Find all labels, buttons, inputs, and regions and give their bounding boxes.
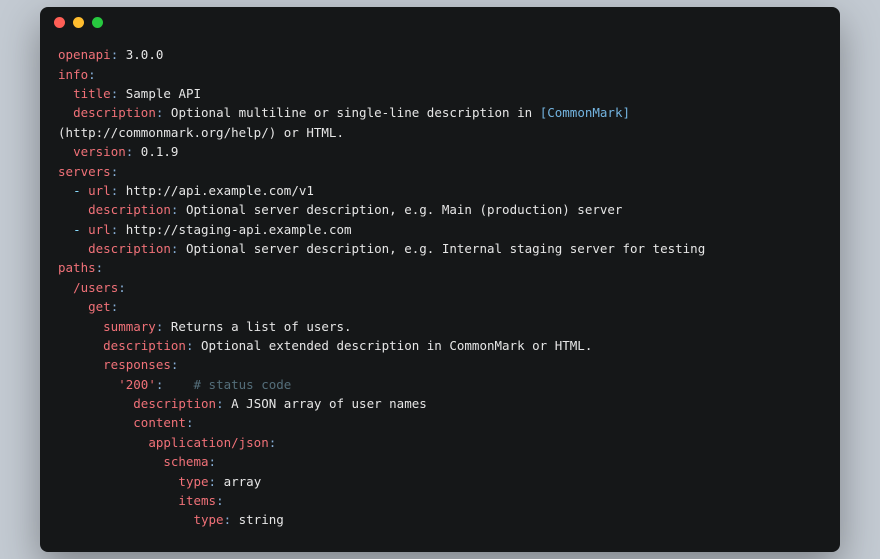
token: A JSON array of user names xyxy=(224,396,427,411)
token: type xyxy=(178,474,208,489)
token: schema xyxy=(163,454,208,469)
code-line: paths: xyxy=(58,258,822,277)
token: - xyxy=(73,183,88,198)
code-line: application/json: xyxy=(58,433,822,452)
code-line: servers: xyxy=(58,162,822,181)
code-line: (http://commonmark.org/help/) or HTML. xyxy=(58,123,822,142)
code-line: description: Optional server description… xyxy=(58,200,822,219)
code-line: title: Sample API xyxy=(58,84,822,103)
token: description xyxy=(133,396,216,411)
code-line: version: 0.1.9 xyxy=(58,142,822,161)
token: paths xyxy=(58,260,96,275)
window-titlebar xyxy=(40,7,840,37)
token: string xyxy=(231,512,284,527)
minimize-icon[interactable] xyxy=(73,17,84,28)
token: url xyxy=(88,183,111,198)
token: title xyxy=(73,86,111,101)
code-line: items: xyxy=(58,491,822,510)
token: : xyxy=(111,164,119,179)
code-line: description: Optional extended descripti… xyxy=(58,336,822,355)
token: summary xyxy=(103,319,156,334)
close-icon[interactable] xyxy=(54,17,65,28)
token: Optional server description, e.g. Intern… xyxy=(178,241,705,256)
token: description xyxy=(73,105,156,120)
token: type xyxy=(193,512,223,527)
code-line: description: Optional server description… xyxy=(58,239,822,258)
token: Returns a list of users. xyxy=(163,319,351,334)
code-line: type: array xyxy=(58,472,822,491)
token: : xyxy=(269,435,277,450)
token: application/json xyxy=(148,435,268,450)
token: : xyxy=(216,396,224,411)
token: (http://commonmark.org/help/) or HTML. xyxy=(58,125,344,140)
token: Sample API xyxy=(118,86,201,101)
token: Optional multiline or single-line descri… xyxy=(163,105,539,120)
token: http://api.example.com/v1 xyxy=(118,183,314,198)
code-line: - url: http://staging-api.example.com xyxy=(58,220,822,239)
code-line: - url: http://api.example.com/v1 xyxy=(58,181,822,200)
token: : xyxy=(209,474,217,489)
token: Optional extended description in CommonM… xyxy=(193,338,592,353)
token: 0.1.9 xyxy=(133,144,178,159)
token: http://staging-api.example.com xyxy=(118,222,351,237)
token: array xyxy=(216,474,261,489)
token: : xyxy=(96,260,104,275)
code-line: get: xyxy=(58,297,822,316)
code-line: openapi: 3.0.0 xyxy=(58,45,822,64)
token: content xyxy=(133,415,186,430)
token: : xyxy=(186,415,194,430)
token: url xyxy=(88,222,111,237)
token: : xyxy=(111,299,119,314)
code-line: description: A JSON array of user names xyxy=(58,394,822,413)
code-block: openapi: 3.0.0info: title: Sample API de… xyxy=(40,37,840,551)
token: Optional server description, e.g. Main (… xyxy=(178,202,622,217)
token: : xyxy=(209,454,217,469)
code-line: /users: xyxy=(58,278,822,297)
code-line: content: xyxy=(58,413,822,432)
code-line: schema: xyxy=(58,452,822,471)
token: # status code xyxy=(163,377,291,392)
token: description xyxy=(88,202,171,217)
token: description xyxy=(88,241,171,256)
token: info xyxy=(58,67,88,82)
token: : xyxy=(171,357,179,372)
token: version xyxy=(73,144,126,159)
token: 3.0.0 xyxy=(118,47,163,62)
token: items xyxy=(178,493,216,508)
terminal-window: openapi: 3.0.0info: title: Sample API de… xyxy=(40,7,840,551)
token: /users xyxy=(73,280,118,295)
code-line: info: xyxy=(58,65,822,84)
token: openapi xyxy=(58,47,111,62)
token: '200' xyxy=(118,377,156,392)
token: servers xyxy=(58,164,111,179)
token: : xyxy=(88,67,96,82)
code-line: description: Optional multiline or singl… xyxy=(58,103,822,122)
maximize-icon[interactable] xyxy=(92,17,103,28)
code-line: type: string xyxy=(58,510,822,529)
token: - xyxy=(73,222,88,237)
token: responses xyxy=(103,357,171,372)
token: get xyxy=(88,299,111,314)
token: : xyxy=(118,280,126,295)
token: : xyxy=(216,493,224,508)
code-line: '200': # status code xyxy=(58,375,822,394)
token: description xyxy=(103,338,186,353)
code-line: responses: xyxy=(58,355,822,374)
token: [CommonMark] xyxy=(540,105,630,120)
token: : xyxy=(224,512,232,527)
code-line: summary: Returns a list of users. xyxy=(58,317,822,336)
